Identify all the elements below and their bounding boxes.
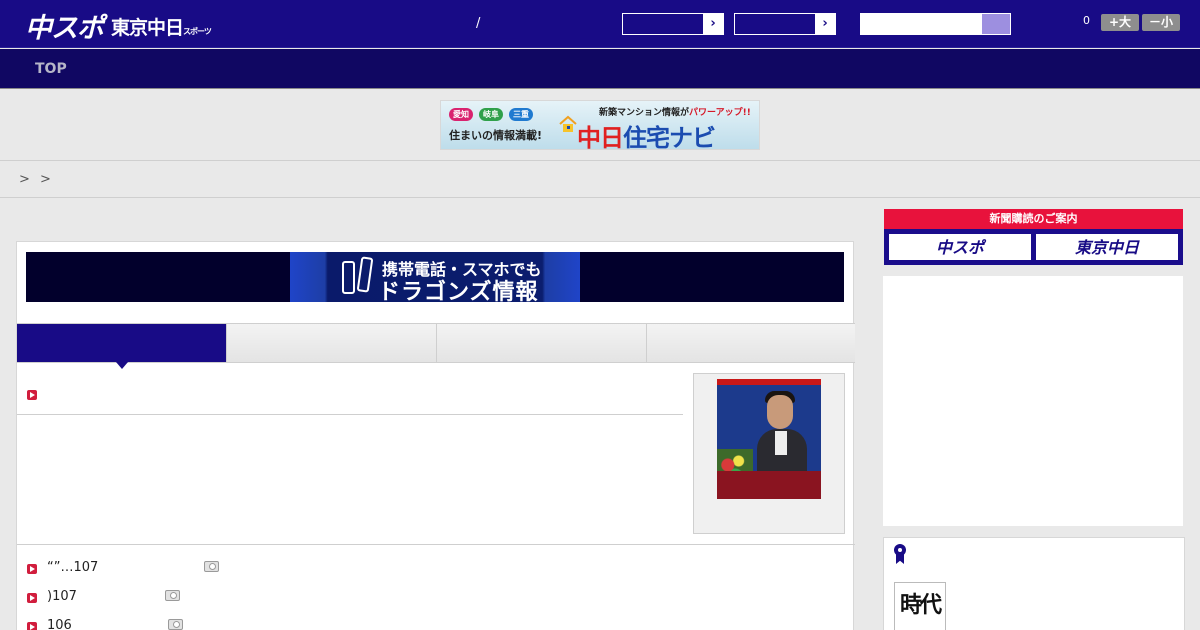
news-tabs [17,323,855,363]
ribbon-icon [894,544,907,564]
mobile-dragons-banner[interactable]: 携帯電話・スマホでも ドラゴンズ情報 [26,252,844,305]
font-size-indicator: 0 [1083,14,1090,27]
phone-icon [342,261,355,294]
banner-promo-prefix: 新築マンション情報が [599,108,690,118]
nav-item-top[interactable]: TOP [35,61,67,77]
breadcrumb-bar: > > [0,160,1200,198]
header-separator: / [476,16,481,31]
ribbon-tail [896,553,904,564]
banner-title: 中日住宅ナビ [577,118,716,150]
subscribe-tokyo-chunichi-button[interactable]: 東京中日 [1035,233,1179,261]
house-icon [559,115,577,132]
subscription-title: 新聞購読のご案内 [884,209,1183,229]
chevron-right-icon[interactable]: › [703,14,723,34]
header-select-2[interactable]: › [734,13,836,35]
photo-face [767,395,793,429]
search-input[interactable] [861,14,983,34]
camera-icon [204,561,219,572]
list-item[interactable]: )107 [17,587,317,609]
global-nav: TOP [0,49,1200,89]
lead-article[interactable] [17,374,683,415]
font-size-down-button[interactable]: －小 [1142,14,1180,31]
photo-backdrop-strip [717,379,821,385]
subscribe-chuspo-button[interactable]: 中スポ [888,233,1032,261]
banner-promo-highlight: パワーアップ!! [689,108,751,118]
photo-shirt [775,431,787,455]
tab-2[interactable] [227,324,437,362]
ranking-thumbnail[interactable]: 時代 [894,582,946,630]
banner-title-blue: 住宅ナビ [623,124,716,150]
camera-icon [165,590,180,601]
logo-tokyo-small: スポーツ [183,27,212,36]
list-item[interactable]: “”…107 [17,558,317,580]
ranking-widget: 時代 [883,537,1185,630]
housing-ad-banner[interactable]: 愛知 岐阜 三重 住まいの情報満載! 新築マンション情報がパワーアップ!! 中日… [440,100,760,150]
news-title[interactable]: “”…107 [47,560,98,575]
site-header: 中スポ 東京中日スポーツ / › › 0 +大 －小 [0,0,1200,48]
main-content-card: 携帯電話・スマホでも ドラゴンズ情報 “”…107 )107 106 [16,241,855,630]
banner-pill: 愛知 [449,108,473,121]
camera-icon [168,619,183,630]
banner-pill: 岐阜 [479,108,503,121]
list-item[interactable]: 106 [17,616,317,630]
lead-photo [717,379,821,499]
banner-pill: 三重 [509,108,533,121]
bullet-arrow-icon [27,622,37,630]
breadcrumb[interactable]: > > [19,172,54,187]
list-divider [17,544,855,545]
subscription-widget: 新聞購読のご案内 中スポ 東京中日 [884,209,1183,265]
banner-tagline: 住まいの情報満載! [449,129,543,142]
tab-1[interactable] [17,324,227,362]
sidebar-ad-slot[interactable] [883,276,1183,526]
bullet-arrow-icon [27,593,37,603]
mobile-banner-line2: ドラゴンズ情報 [378,280,539,305]
banner-promo: 新築マンション情報がパワーアップ!! [599,105,751,118]
tab-3[interactable] [437,324,647,362]
bullet-arrow-icon [27,564,37,574]
chevron-right-icon[interactable]: › [815,14,835,34]
search-box [860,13,1011,35]
photo-table [717,471,821,499]
logo-tokyo-chunichi[interactable]: 東京中日スポーツ [111,13,212,40]
logo-chuspo[interactable]: 中スポ [25,6,104,45]
bullet-arrow-icon [27,390,37,400]
tab-4[interactable] [647,324,855,362]
logo-tokyo-text: 東京中日 [111,17,184,39]
active-tab-caret-icon [116,362,128,369]
search-button[interactable] [982,14,1010,34]
banner-title-red: 中日 [577,124,624,150]
font-size-up-button[interactable]: +大 [1101,14,1139,31]
header-select-1[interactable]: › [622,13,724,35]
lead-photo-frame[interactable] [693,373,845,534]
news-title[interactable]: )107 [47,589,77,604]
news-title[interactable]: 106 [47,618,72,630]
